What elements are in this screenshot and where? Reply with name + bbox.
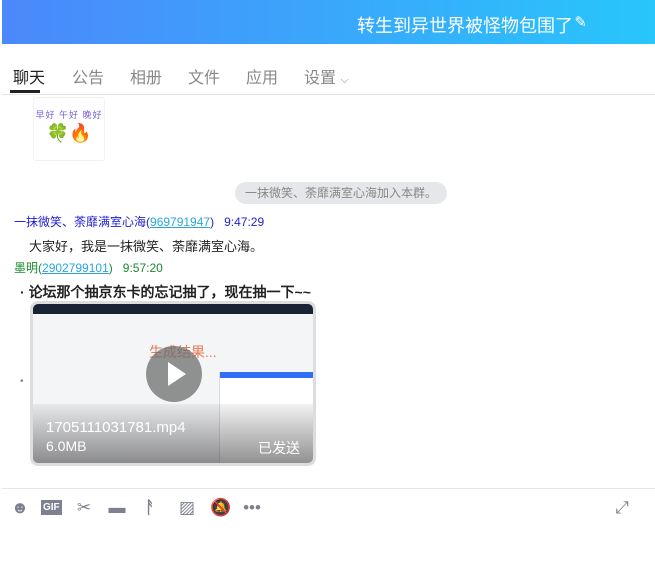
video-message[interactable]: 生成结果... 1705111031781.mp4 6.0MB 已发送 [30, 301, 316, 466]
tab-apps[interactable]: 应用 [246, 64, 278, 88]
play-icon[interactable] [146, 346, 202, 402]
pencil-icon[interactable]: ✎ [574, 13, 587, 31]
video-preview-bar [33, 304, 313, 314]
video-filename: 1705111031781.mp4 [46, 419, 186, 436]
scissors-icon[interactable]: ✂ [74, 498, 94, 518]
shake-icon[interactable]: ᚨ [140, 498, 160, 518]
sticker-text: 早好 午好 晚好 [35, 110, 103, 120]
folder-icon[interactable]: ▬ [107, 498, 127, 518]
system-notice: 一抹微笑、荼靡满室心海加入本群。 [235, 182, 447, 204]
more-icon[interactable]: ••• [242, 498, 262, 518]
video-size: 6.0MB [46, 438, 87, 454]
sender-name[interactable]: 一抹微笑、荼靡满室心海 [14, 215, 146, 229]
message-time: 9:57:20 [122, 261, 163, 275]
group-header: 转生到异世界被怪物包围了 ✎ [2, 0, 655, 44]
image-icon[interactable]: ▨ [177, 498, 197, 518]
video-status: 已发送 [258, 440, 300, 456]
message-meta: 一抹微笑、荼靡满室心海(969791947) 9:47:29 [14, 215, 265, 229]
sticker-emoji: 🍀🔥 [46, 123, 92, 143]
message-text: · 论坛那个抽京东卡的忘记抽了，现在抽一下~~ [20, 284, 311, 300]
sender-id-link[interactable]: 2902799101 [42, 261, 109, 275]
tab-album[interactable]: 相册 [130, 64, 162, 88]
emoji-icon[interactable]: ☻ [10, 498, 30, 518]
sticker-image[interactable]: 早好 午好 晚好 🍀🔥 [33, 97, 105, 161]
active-tab-indicator [10, 90, 40, 93]
message-text-content: 论坛那个抽京东卡的忘记抽了，现在抽一下~~ [28, 284, 311, 300]
divider [2, 94, 655, 95]
expand-icon[interactable]: ⤢ [612, 498, 632, 518]
group-title: 转生到异世界被怪物包围了 [357, 16, 573, 36]
message-meta: 墨明(2902799101) 9:57:20 [14, 261, 163, 275]
sender-id-link[interactable]: 969791947 [150, 215, 210, 229]
message-time: 9:47:29 [224, 215, 265, 229]
message-text: 大家好，我是一抹微笑、荼靡满室心海。 [29, 239, 264, 254]
bullet: • [20, 376, 24, 387]
tab-files[interactable]: 文件 [188, 64, 220, 88]
tab-settings-label: 设置 [304, 70, 337, 87]
gif-icon[interactable]: GIF [41, 500, 62, 515]
chevron-down-icon: ⌵ [340, 74, 349, 86]
tab-chat[interactable]: 聊天 [13, 64, 45, 88]
sender-name[interactable]: 墨明 [14, 261, 38, 275]
tab-announcement[interactable]: 公告 [72, 64, 104, 88]
toolbar-divider [2, 488, 655, 489]
tab-settings[interactable]: 设置 ⌵ [304, 64, 349, 88]
bell-off-icon[interactable]: 🔕 [210, 498, 231, 518]
